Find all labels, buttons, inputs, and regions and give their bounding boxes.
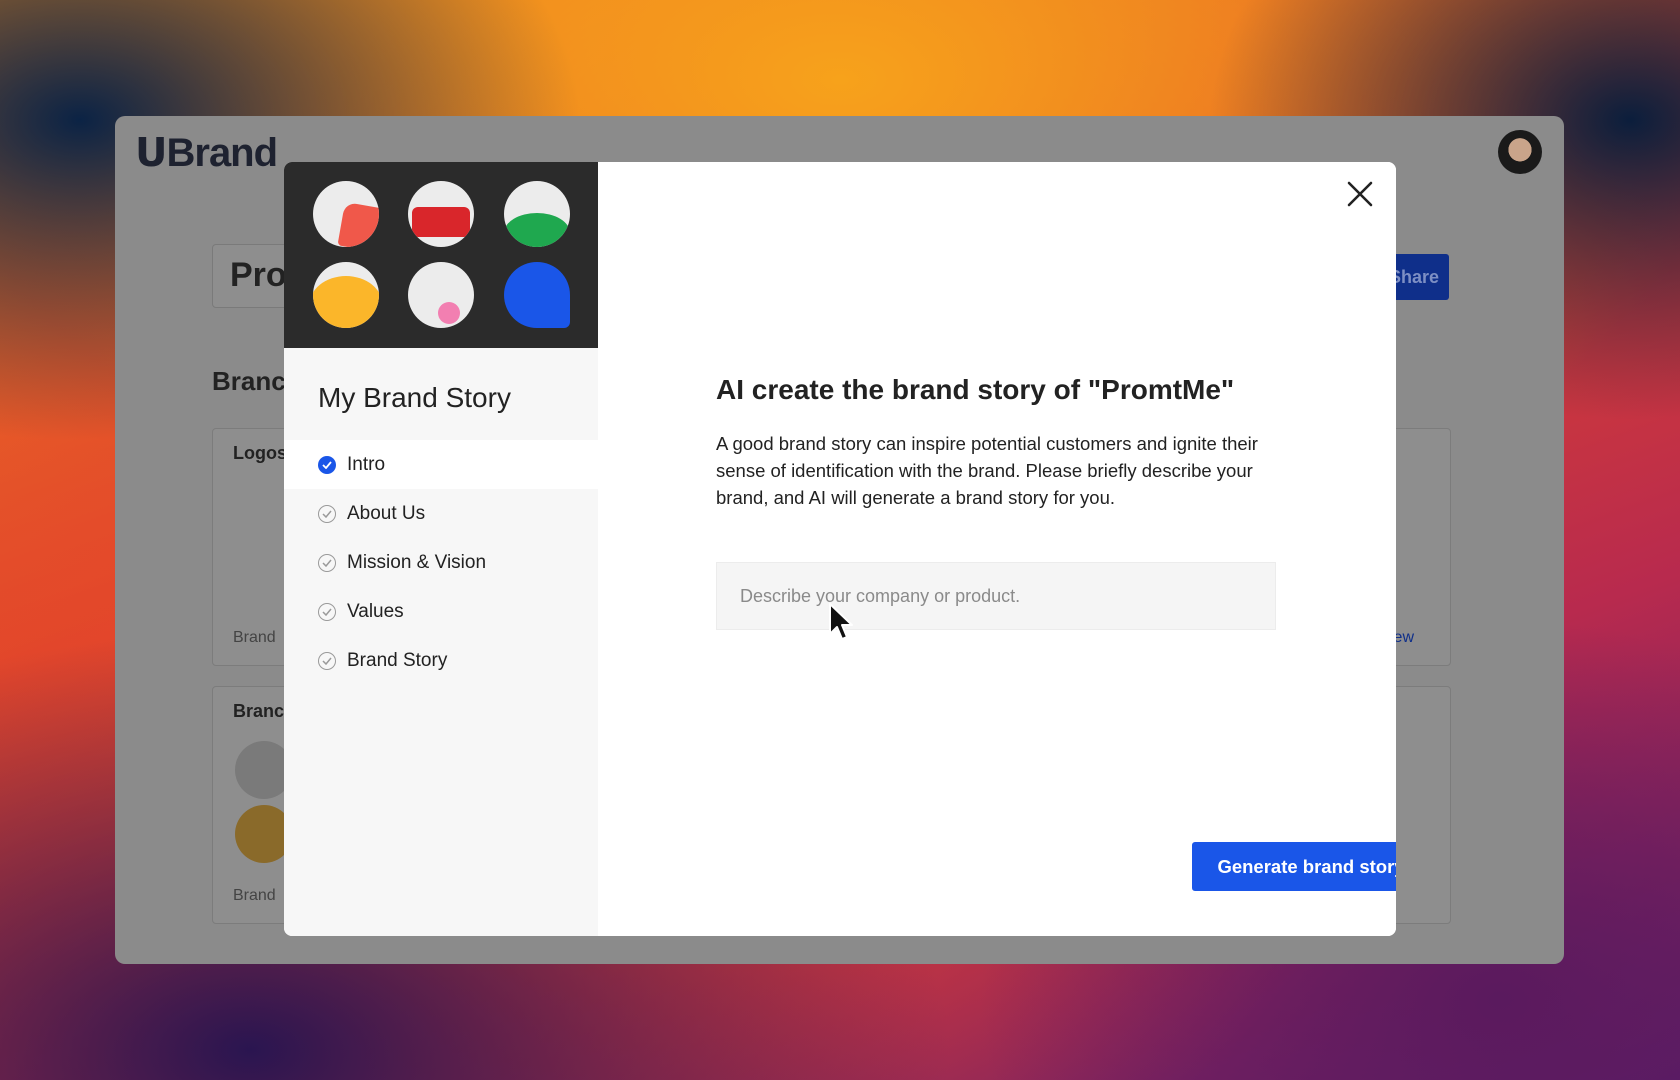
step-brand-story[interactable]: Brand Story: [284, 636, 598, 685]
step-label: Mission & Vision: [347, 551, 487, 573]
check-circle-icon: [318, 651, 336, 670]
logo-u-icon: 𝗨: [135, 131, 168, 175]
darkred-character-icon: [408, 181, 474, 247]
card-footer: Brand: [233, 887, 276, 904]
character-illustration: [284, 162, 598, 348]
modal-sidebar: My Brand Story Intro About Us Mission & …: [284, 162, 598, 936]
step-intro[interactable]: Intro: [284, 440, 598, 489]
section-heading: Branc: [212, 366, 286, 396]
check-circle-icon: [318, 504, 336, 523]
modal-main: AI create the brand story of "PromtMe" A…: [598, 162, 1396, 936]
pink-character-icon: [408, 262, 474, 328]
check-circle-icon: [318, 553, 336, 572]
step-label: Intro: [347, 453, 386, 475]
user-avatar: [1498, 130, 1542, 174]
green-character-icon: [504, 181, 570, 247]
step-mission-vision[interactable]: Mission & Vision: [284, 538, 598, 587]
modal-description: A good brand story can inspire potential…: [716, 433, 1258, 508]
brand-story-modal: My Brand Story Intro About Us Mission & …: [284, 162, 1396, 936]
step-label: Values: [347, 600, 404, 622]
check-circle-icon: [318, 602, 336, 621]
close-icon: [1347, 181, 1373, 207]
step-label: About Us: [347, 502, 426, 524]
yellow-character-icon: [313, 262, 379, 328]
step-about-us[interactable]: About Us: [284, 489, 598, 538]
brand-description-input[interactable]: [717, 563, 1275, 629]
red-character-icon: [313, 181, 379, 247]
mouse-pointer-icon: [829, 603, 853, 640]
step-values[interactable]: Values: [284, 587, 598, 636]
card-title: Logos: [233, 443, 287, 463]
blue-character-icon: [504, 262, 570, 328]
step-list: Intro About Us Mission & Vision Values B…: [284, 440, 598, 685]
brand-description-field[interactable]: [716, 562, 1276, 630]
generate-brand-story-button[interactable]: Generate brand story: [1192, 842, 1396, 891]
card-footer: Brand: [233, 629, 276, 646]
card-title: Branc: [233, 701, 285, 721]
step-label: Brand Story: [347, 649, 448, 671]
check-circle-icon: [318, 455, 336, 474]
close-button[interactable]: [1342, 176, 1378, 212]
sidebar-title: My Brand Story: [318, 382, 511, 413]
modal-heading: AI create the brand story of "PromtMe": [716, 374, 1235, 405]
app-logo: 𝗨Brand: [135, 131, 278, 175]
project-title: Pro: [230, 256, 287, 294]
